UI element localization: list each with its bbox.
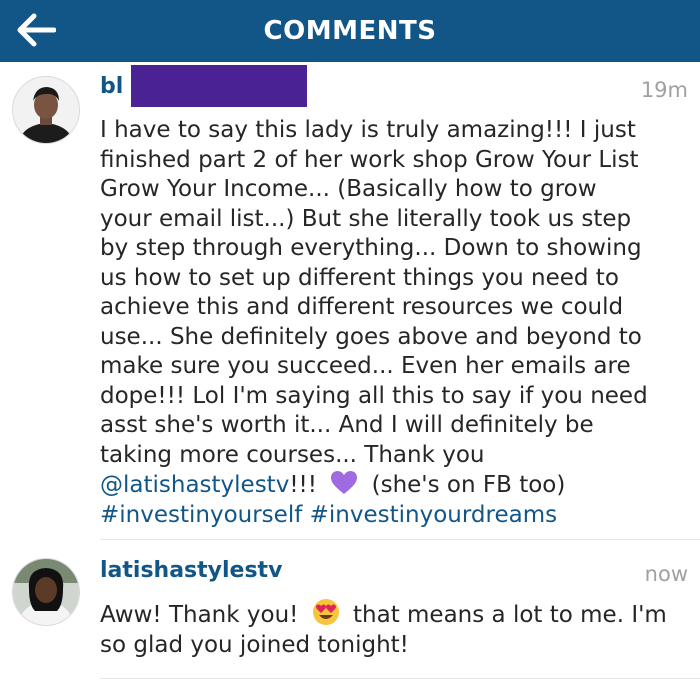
comment-time: 19m [640, 78, 688, 102]
back-button[interactable] [14, 10, 58, 50]
comment-item: bl 19m I have to say this lady is truly … [0, 62, 700, 539]
heart-eyes-emoji-icon [312, 599, 339, 625]
comments-header: COMMENTS [0, 0, 700, 62]
avatar-image [13, 77, 79, 143]
back-arrow-icon [17, 13, 56, 47]
comment-text: Aww! Thank you! that means a lot to me. … [100, 598, 690, 660]
hashtag-link[interactable]: #investinyourdreams [310, 502, 557, 528]
comment-username[interactable]: bl [100, 74, 123, 99]
divider [100, 678, 700, 679]
hashtag-link[interactable]: #investinyourself [100, 502, 302, 528]
comment-item: latishastylestv now Aww! Thank you! that… [0, 540, 700, 678]
mention-link[interactable]: @latishastylestv [100, 472, 289, 498]
page-title: COMMENTS [263, 16, 437, 46]
avatar[interactable] [12, 76, 80, 144]
comment-username[interactable]: latishastylestv [100, 558, 282, 583]
avatar-image [13, 559, 79, 625]
comment-time: now [644, 562, 688, 586]
redaction-block [131, 65, 307, 107]
avatar[interactable] [12, 558, 80, 626]
purple-heart-icon [331, 471, 358, 494]
comment-text: I have to say this lady is truly amazing… [100, 117, 648, 528]
